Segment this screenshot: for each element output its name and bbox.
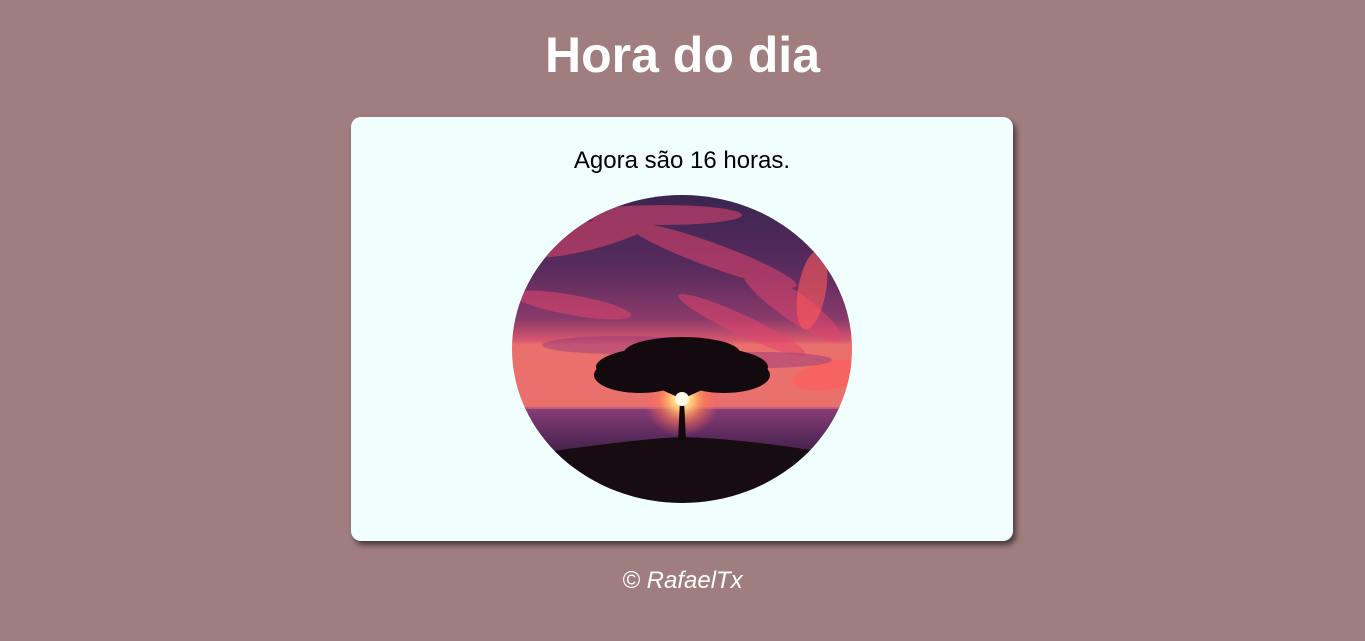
- copyright-footer: © RafaelTx: [622, 567, 743, 594]
- sunset-tree-illustration: [512, 195, 852, 503]
- current-hour-message: Agora são 16 horas.: [573, 147, 791, 174]
- page-title: Hora do dia: [544, 27, 821, 83]
- time-of-day-image: [512, 195, 852, 503]
- time-card: Agora são 16 horas.: [351, 117, 1013, 541]
